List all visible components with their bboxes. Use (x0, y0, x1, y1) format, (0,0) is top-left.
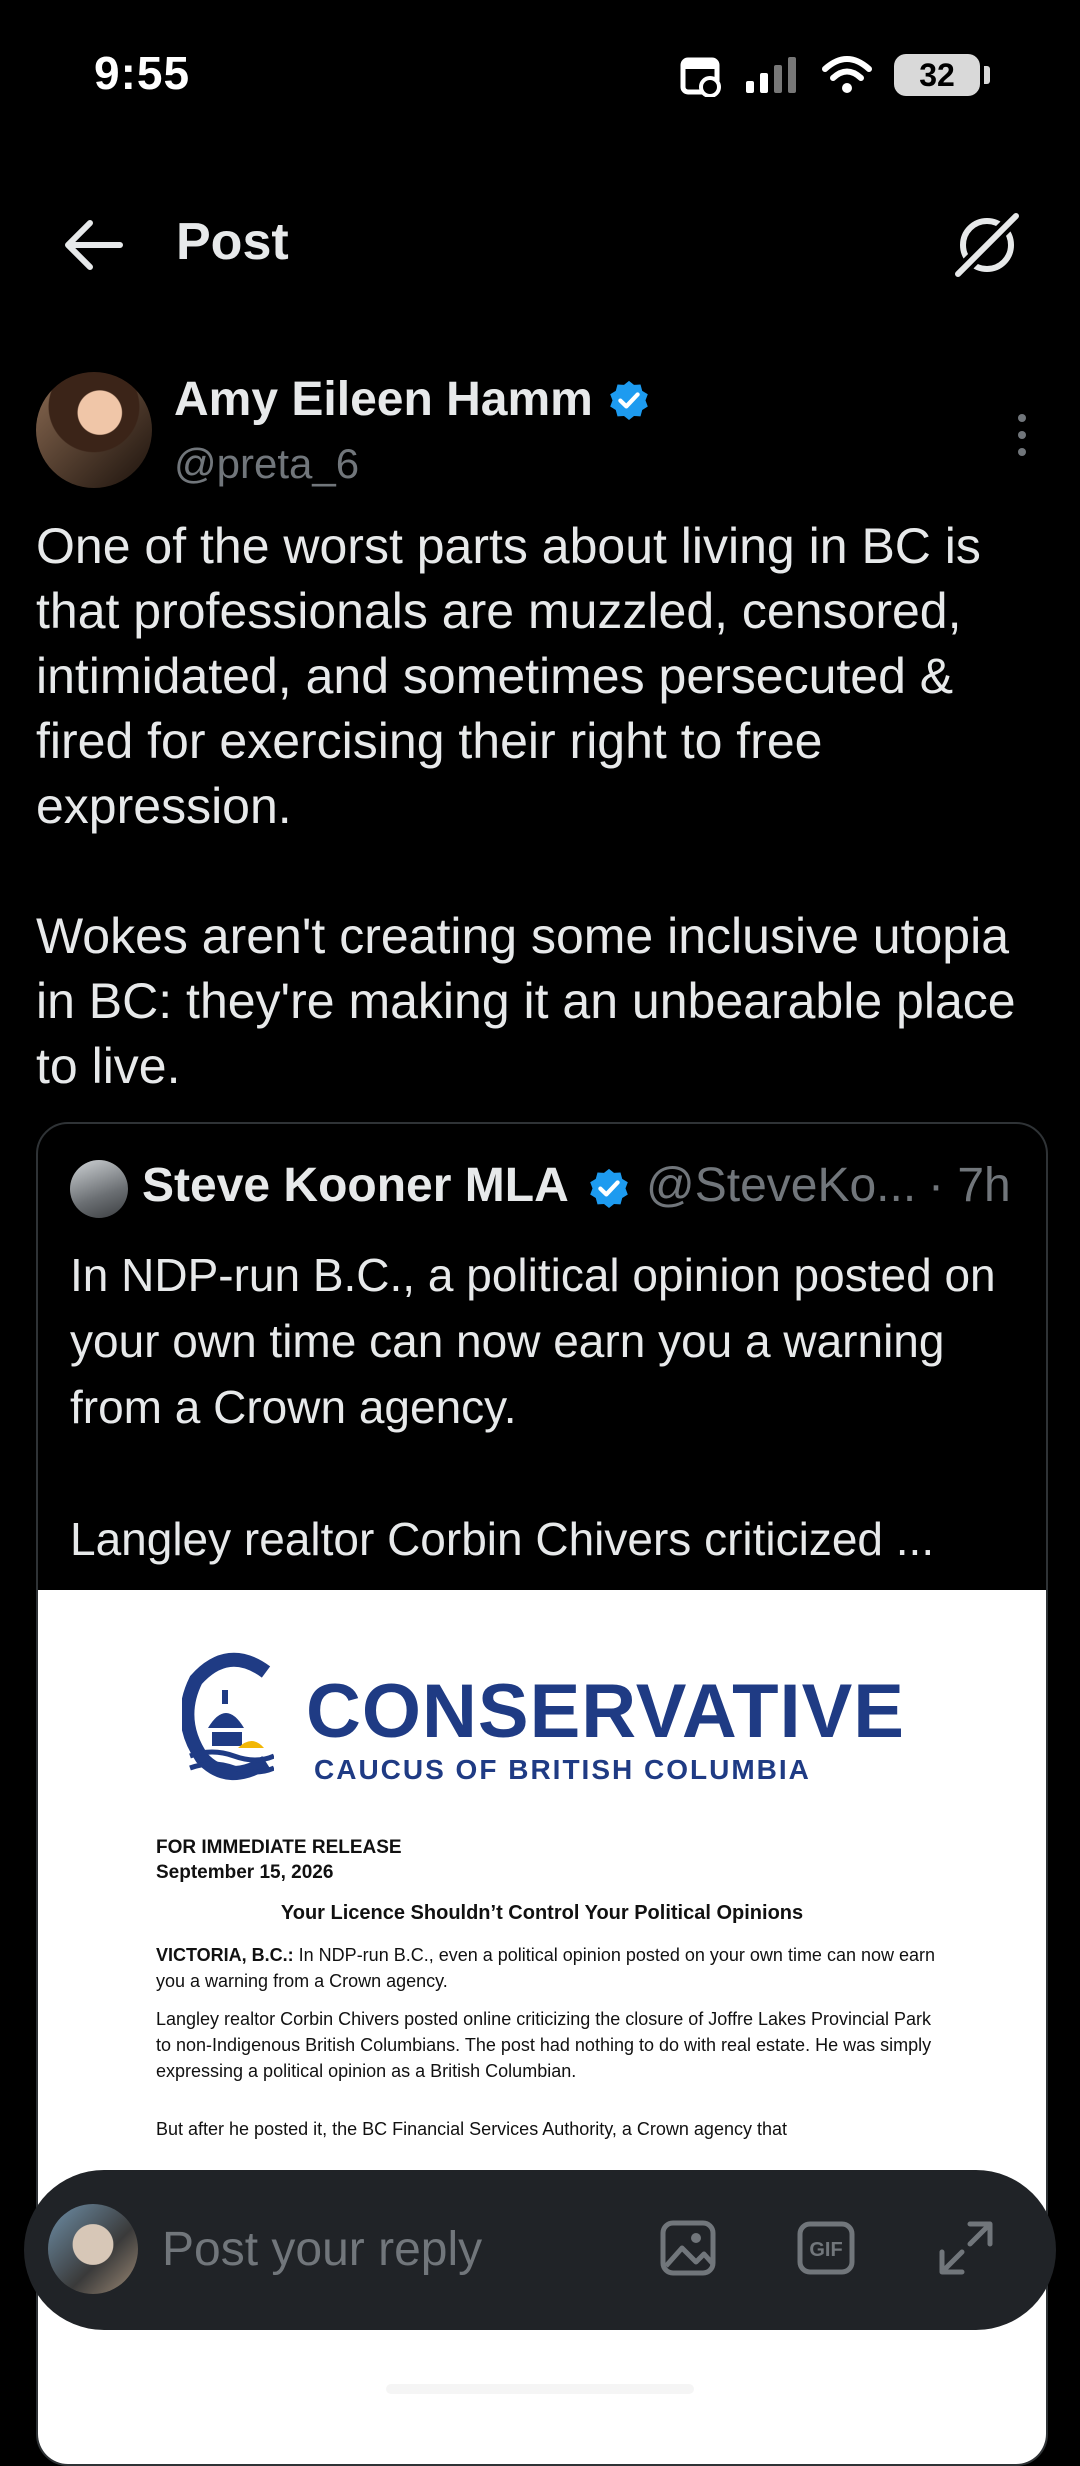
quote-image[interactable]: CONSERVATIVE CAUCUS OF BRITISH COLUMBIA … (38, 1590, 1046, 2464)
status-icons: 32 (680, 50, 990, 100)
expand-icon[interactable] (936, 2218, 996, 2278)
user-avatar (48, 2204, 138, 2294)
page-title: Post (176, 213, 289, 271)
release-headline: Your Licence Shouldn’t Control Your Poli… (280, 1902, 804, 1924)
image-icon[interactable] (658, 2218, 718, 2278)
quote-author-name: Steve Kooner MLA (142, 1159, 569, 1212)
back-arrow-icon[interactable] (60, 215, 128, 275)
author-handle[interactable]: @preta_6 (174, 440, 359, 488)
wifi-icon (822, 56, 872, 93)
release-label: FOR IMMEDIATE RELEASE (156, 1837, 402, 1858)
reply-input[interactable]: Post your reply (162, 2222, 482, 2277)
release-paragraph-1: VICTORIA, B.C.: In NDP-run B.C., even a … (156, 1942, 946, 1994)
battery-level: 32 (919, 56, 955, 93)
logo-title: CONSERVATIVE (306, 1669, 905, 1754)
more-icon[interactable] (1008, 410, 1036, 460)
grok-icon[interactable] (950, 208, 1024, 282)
release-paragraph-3: But after he posted it, the BC Financial… (156, 2119, 787, 2139)
calendar-icon (680, 57, 721, 97)
verified-badge-icon (590, 1168, 628, 1208)
quote-text: In NDP-run B.C., a political opinion pos… (70, 1249, 996, 1565)
post-text: One of the worst parts about living in B… (36, 518, 1016, 1094)
conservative-logo-icon (182, 1652, 274, 1781)
quote-author-handle: @SteveKo... (646, 1159, 917, 1212)
battery-icon: 32 (894, 54, 990, 96)
author-name[interactable]: Amy Eileen Hamm (174, 372, 593, 427)
status-time: 9:55 (94, 47, 191, 99)
gif-icon[interactable]: GIF (796, 2218, 856, 2278)
logo-subtitle: CAUCUS OF BRITISH COLUMBIA (314, 1754, 811, 1785)
quote-author-avatar (70, 1160, 128, 1218)
svg-text:GIF: GIF (809, 2239, 842, 2261)
signal-icon (746, 57, 796, 93)
release-dateline: VICTORIA, B.C.: (156, 1945, 294, 1965)
release-date: September 15, 2026 (156, 1862, 334, 1883)
verified-badge-icon (610, 380, 648, 420)
quote-timestamp: · 7h (928, 1159, 1011, 1212)
release-paragraph-2: Langley realtor Corbin Chivers posted on… (156, 2009, 932, 2081)
home-indicator[interactable] (386, 2384, 694, 2394)
author-avatar[interactable] (36, 372, 152, 488)
